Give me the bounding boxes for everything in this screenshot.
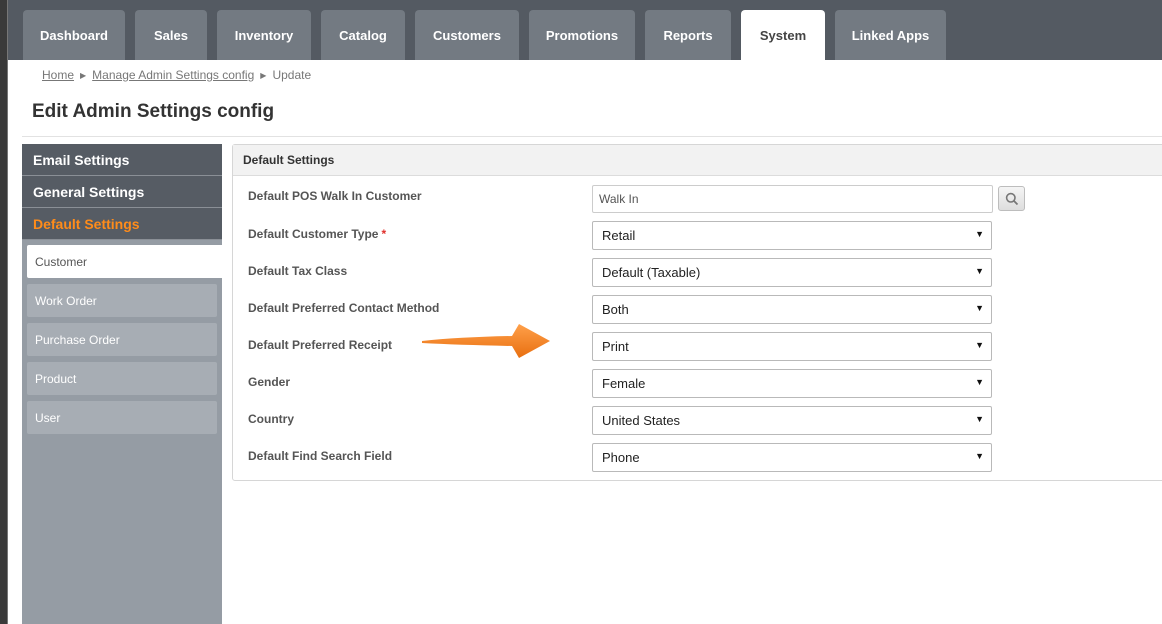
breadcrumb-manage-link[interactable]: Manage Admin Settings config (92, 68, 254, 82)
breadcrumb-current: Update (272, 68, 312, 82)
contact-method-value: Both (602, 302, 629, 317)
tab-sales[interactable]: Sales (135, 10, 207, 60)
annotation-arrow-icon (422, 324, 550, 358)
receipt-label: Default Preferred Receipt (248, 338, 393, 352)
tab-system[interactable]: System (741, 10, 825, 60)
window-left-edge (0, 0, 8, 624)
breadcrumb-home-link[interactable]: Home (42, 68, 74, 82)
tab-dashboard[interactable]: Dashboard (23, 10, 125, 60)
customer-type-value: Retail (602, 228, 636, 243)
triangle-down-icon: ▼ (975, 377, 984, 387)
receipt-select[interactable]: Print ▼ (592, 332, 992, 361)
customer-type-select[interactable]: Retail ▼ (592, 221, 992, 250)
tax-class-label: Default Tax Class (248, 264, 348, 278)
tab-customers[interactable]: Customers (415, 10, 519, 60)
tax-class-select[interactable]: Default (Taxable) ▼ (592, 258, 992, 287)
find-search-field-label: Default Find Search Field (248, 449, 393, 463)
country-select[interactable]: United States ▼ (592, 406, 992, 435)
tab-promotions[interactable]: Promotions (529, 10, 635, 60)
settings-sidebar: Email Settings General Settings Default … (22, 144, 222, 624)
sidebar-item-purchase-order[interactable]: Purchase Order (27, 323, 217, 356)
customer-type-label-text: Default Customer Type (248, 227, 379, 241)
panel-title: Default Settings (233, 145, 1162, 176)
required-mark: * (381, 227, 387, 241)
sidebar-item-work-order[interactable]: Work Order (27, 284, 217, 317)
top-navigation: Dashboard Sales Inventory Catalog Custom… (8, 0, 1162, 60)
walk-in-customer-label: Default POS Walk In Customer (248, 189, 422, 203)
find-search-field-value: Phone (602, 450, 640, 465)
sidebar-header-default-settings[interactable]: Default Settings (22, 208, 222, 240)
triangle-down-icon: ▼ (975, 266, 984, 276)
sidebar-item-user[interactable]: User (27, 401, 217, 434)
tab-reports[interactable]: Reports (645, 10, 731, 60)
gender-label: Gender (248, 375, 291, 389)
contact-method-label: Default Preferred Contact Method (248, 301, 440, 315)
sidebar-header-general-settings[interactable]: General Settings (22, 176, 222, 208)
find-search-field-select[interactable]: Phone ▼ (592, 443, 992, 472)
tab-linked-apps[interactable]: Linked Apps (835, 10, 946, 60)
page-title: Edit Admin Settings config (32, 101, 275, 122)
triangle-right-icon: ▶ (260, 70, 267, 80)
magnifier-icon (1005, 192, 1018, 205)
title-divider (22, 136, 1162, 137)
country-label: Country (248, 412, 294, 426)
walk-in-customer-input[interactable]: Walk In (592, 185, 993, 213)
tab-catalog[interactable]: Catalog (321, 10, 405, 60)
triangle-down-icon: ▼ (975, 229, 984, 239)
triangle-down-icon: ▼ (975, 340, 984, 350)
country-value: United States (602, 413, 681, 428)
receipt-value: Print (602, 339, 629, 354)
tax-class-value: Default (Taxable) (602, 265, 701, 280)
contact-method-select[interactable]: Both ▼ (592, 295, 992, 324)
triangle-down-icon: ▼ (975, 451, 984, 461)
triangle-down-icon: ▼ (975, 414, 984, 424)
gender-value: Female (602, 376, 646, 391)
triangle-right-icon: ▶ (80, 70, 87, 80)
customer-type-label: Default Customer Type * (248, 227, 386, 241)
breadcrumb: Home ▶ Manage Admin Settings config ▶ Up… (42, 67, 311, 83)
walk-in-customer-search-button[interactable] (998, 186, 1025, 211)
gender-select[interactable]: Female ▼ (592, 369, 992, 398)
sidebar-header-email-settings[interactable]: Email Settings (22, 144, 222, 176)
tab-inventory[interactable]: Inventory (217, 10, 311, 60)
triangle-down-icon: ▼ (975, 303, 984, 313)
sidebar-item-product[interactable]: Product (27, 362, 217, 395)
sidebar-item-customer[interactable]: Customer (27, 245, 222, 278)
